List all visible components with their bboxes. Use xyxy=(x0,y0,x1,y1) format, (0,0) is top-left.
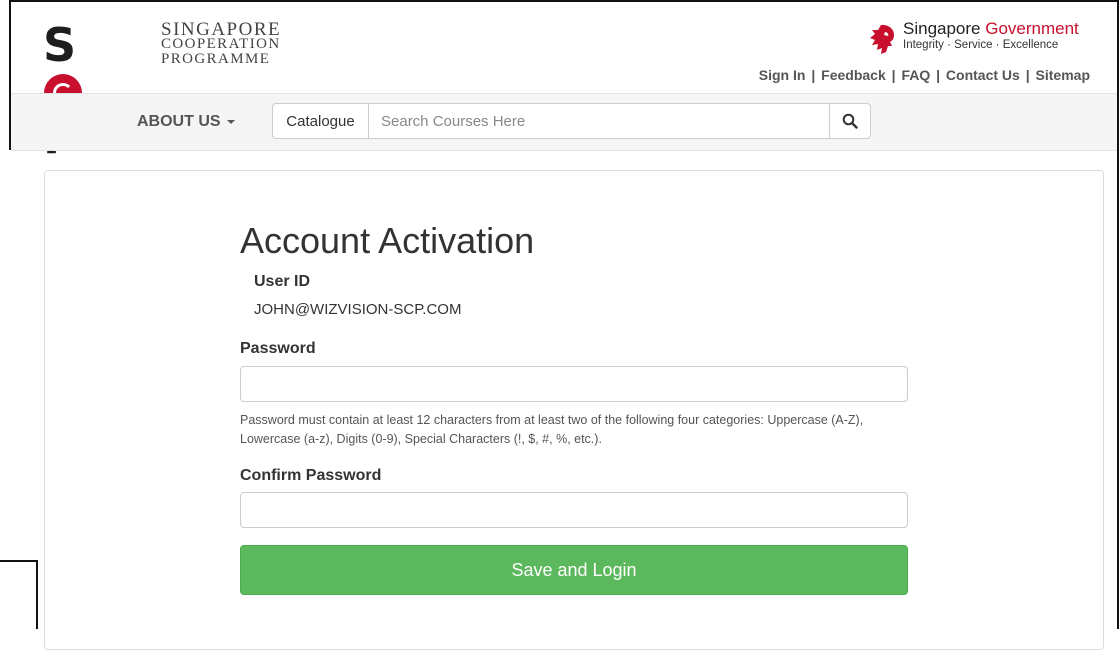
contact-us-link[interactable]: Contact Us xyxy=(946,67,1020,83)
frame-bottom-line xyxy=(0,560,38,562)
confirm-password-field[interactable] xyxy=(240,492,908,528)
gov-name: Singapore Government xyxy=(903,19,1079,39)
frame-left-lower-border xyxy=(36,560,38,629)
feedback-link[interactable]: Feedback xyxy=(821,67,886,83)
save-and-login-button[interactable]: Save and Login xyxy=(240,545,908,595)
logo-line-2: COOPERATION xyxy=(161,36,281,52)
about-us-label: ABOUT US xyxy=(137,113,221,130)
user-id-value: JOHN@WIZVISION-SCP.COM xyxy=(254,301,462,318)
utility-links: Sign In | Feedback | FAQ | Contact Us | … xyxy=(758,67,1090,83)
confirm-password-label: Confirm Password xyxy=(240,467,382,484)
about-us-dropdown[interactable]: ABOUT US xyxy=(137,113,235,131)
site-header: SP SINGAPORE COOPERATION PROGRAMME Singa… xyxy=(11,2,1117,160)
lion-head-icon xyxy=(870,24,894,54)
password-label: Password xyxy=(240,340,316,357)
faq-link[interactable]: FAQ xyxy=(901,67,930,83)
page-title: Account Activation xyxy=(240,220,535,261)
search-button[interactable] xyxy=(829,104,870,138)
user-id-label: User ID xyxy=(254,273,311,290)
logo-line-3: PROGRAMME xyxy=(161,51,271,67)
singapore-government-brand[interactable]: Singapore Government Integrity · Service… xyxy=(867,19,1097,59)
course-search-input[interactable] xyxy=(369,104,829,138)
course-search-group: Catalogue xyxy=(272,103,871,139)
main-navbar: ABOUT US Catalogue xyxy=(11,93,1117,151)
caret-down-icon xyxy=(226,119,235,124)
password-help-text: Password must contain at least 12 charac… xyxy=(240,413,864,446)
gov-tagline: Integrity · Service · Excellence xyxy=(903,39,1059,51)
scp-logo-text: SINGAPORE COOPERATION PROGRAMME xyxy=(161,19,282,67)
gov-name-highlight: Government xyxy=(985,19,1079,38)
gov-name-prefix: Singapore xyxy=(903,19,986,38)
password-field[interactable] xyxy=(240,366,908,402)
sitemap-link[interactable]: Sitemap xyxy=(1036,67,1090,83)
catalogue-button[interactable]: Catalogue xyxy=(273,104,369,138)
search-icon xyxy=(842,113,858,129)
sign-in-link[interactable]: Sign In xyxy=(759,67,806,83)
logo-line-1: SINGAPORE xyxy=(161,19,282,40)
account-activation-panel: Account Activation User ID JOHN@WIZVISIO… xyxy=(44,170,1104,650)
